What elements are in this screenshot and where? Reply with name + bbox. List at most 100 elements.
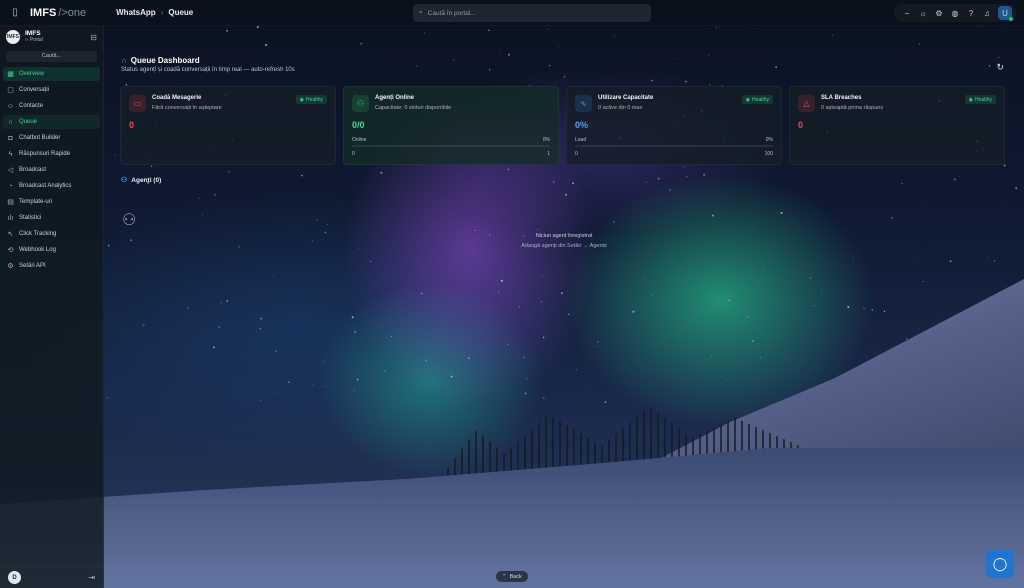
sidebar: IMFS IMFS ‹› Portal ⊟ Caută... ▦ Overview… <box>0 26 104 588</box>
progress-range: 0 100 <box>575 151 773 157</box>
range-max: 1 <box>547 151 550 157</box>
agents-empty-state: Niciun agent înregistrat Adaugă agenți d… <box>494 233 634 249</box>
sidebar-item-statistici[interactable]: ılı Statistici <box>3 211 100 225</box>
top-toolbar: − ☼ ⚙ ◍ ? ♫ U <box>894 4 1016 22</box>
help-icon[interactable]: ? <box>966 9 976 18</box>
check-circle-icon: ◉ <box>299 96 305 103</box>
card-title: Utilizare Capacitate <box>598 95 654 101</box>
range-max: 100 <box>764 151 773 157</box>
sidebar-item-setari-api[interactable]: ⚙ Setări API <box>3 259 100 273</box>
sidebar-item-conversatii[interactable]: ▢ Conversații <box>3 83 100 97</box>
sidebar-nav: ▦ Overview ▢ Conversații ☺ Contacte ∩ Queue … <box>0 67 103 273</box>
status-badge: ◉ Healthy <box>741 95 773 104</box>
sidebar-item-contacte[interactable]: ☺ Contacte <box>3 99 100 113</box>
user-avatar-initial: U <box>1002 8 1008 18</box>
card-queue: ▭ Coadă Mesagerie Fără conversații în aș… <box>120 86 336 165</box>
card-sla-breaches: △ SLA Breaches 0 așteaptă prima răspuns … <box>789 86 1005 165</box>
card-value: 0% <box>575 120 589 130</box>
chat-support-button[interactable]: ◯ <box>986 550 1014 578</box>
contacts-icon: ☺ <box>6 102 15 110</box>
progress-range: 0 1 <box>352 151 550 157</box>
sidebar-item-webhook-log[interactable]: ⟲ Webhook Log <box>3 243 100 257</box>
sidebar-search-input[interactable]: Caută... <box>6 51 97 62</box>
sidebar-item-chatbot-builder[interactable]: ◘ Chatbot Builder <box>3 131 100 145</box>
sidebar-item-template-uri[interactable]: ▤ Template-uri <box>3 195 100 209</box>
status-badge: ◉ Healthy <box>295 95 327 104</box>
agents-section-title: ⚇ Agenți (0) <box>121 176 162 185</box>
brand-logo: IMFS <box>6 30 20 44</box>
progress-labels: Load 0% <box>575 137 773 143</box>
card-title: Coadă Mesagerie <box>152 95 202 101</box>
search-placeholder: Caută în portal... <box>427 9 476 17</box>
progress-label: Load <box>575 137 587 143</box>
search-icon: ⌕ <box>419 9 423 16</box>
chat-bubble-icon: ◯ <box>992 556 1008 571</box>
page-subtitle: Status agenți și coadă conversații în ti… <box>121 67 295 73</box>
progress-bar <box>352 145 550 147</box>
sidebar-item-broadcast-analytics[interactable]: ◔ Broadcast Analytics <box>3 179 100 193</box>
card-value: 0 <box>798 120 804 130</box>
grid-icon: ▦ <box>7 71 14 78</box>
refresh-icon[interactable]: ↻ <box>996 62 1004 73</box>
bar-chart-icon: ılı <box>7 214 14 222</box>
status-badge: ◉ Healthy <box>964 95 996 104</box>
sidebar-item-raspunsuri-rapide[interactable]: ϟ Răspunsuri Rapide <box>3 147 100 161</box>
cursor-icon: ↖ <box>7 231 14 238</box>
bell-icon[interactable]: ♫ <box>982 9 992 18</box>
globe-icon[interactable]: ◍ <box>950 9 960 18</box>
stats-cards: ▭ Coadă Mesagerie Fără conversații în aș… <box>120 86 1008 165</box>
sidebar-user-avatar[interactable]: D <box>8 571 21 584</box>
breadcrumb-item-queue: Queue <box>168 8 194 17</box>
card-description: Capacitate: 0 sloturi disponibile <box>375 105 452 111</box>
users-empty-icon: ⚇ <box>122 212 137 229</box>
megaphone-icon: ◁ <box>7 167 14 174</box>
analytics-icon: ◔ <box>8 182 13 190</box>
progress-bar <box>575 145 773 147</box>
progress-percent: 0% <box>542 137 550 143</box>
card-title: SLA Breaches <box>821 95 862 101</box>
app-logo[interactable]: IMFS />one <box>30 7 86 19</box>
sidebar-item-overview[interactable]: ▦ Overview <box>3 67 100 81</box>
users-icon: ⚇ <box>121 177 128 184</box>
card-capacity: ∿ Utilizare Capacitate 0 active din 0 ma… <box>566 86 782 165</box>
card-agents-online: ⚇ Agenți Online Capacitate: 0 sloturi di… <box>343 86 559 165</box>
chevron-up-icon: ⌃ <box>502 573 507 580</box>
settings-icon: ⚙ <box>7 263 14 270</box>
warning-icon: △ <box>798 95 815 112</box>
range-min: 0 <box>575 151 578 157</box>
dashboard-header: ∩ Queue Dashboard Status agenți și coadă… <box>121 56 295 73</box>
sidebar-item-queue[interactable]: ∩ Queue <box>3 115 100 129</box>
headset-icon: ∩ <box>121 56 127 65</box>
card-description: 0 active din 0 max <box>598 105 643 111</box>
chat-icon: ▢ <box>7 87 14 94</box>
user-avatar[interactable]: U <box>998 6 1013 21</box>
sidebar-toggle-icon[interactable]: ▯ <box>8 6 22 20</box>
breadcrumb: WhatsApp › Queue <box>116 8 193 17</box>
minus-icon[interactable]: − <box>902 9 912 18</box>
card-value: 0/0 <box>352 120 365 130</box>
collapse-sidebar-icon[interactable]: ⊟ <box>90 33 97 42</box>
sidebar-item-broadcast[interactable]: ◁ Broadcast <box>3 163 100 177</box>
empty-state-title: Niciun agent înregistrat <box>535 233 593 239</box>
range-min: 0 <box>352 151 355 157</box>
page-title: ∩ Queue Dashboard <box>121 56 200 65</box>
main-content: ∩ Queue Dashboard Status agenți și coadă… <box>104 26 1024 588</box>
global-search-input[interactable]: ⌕ Caută în portal... <box>413 4 651 22</box>
progress-percent: 0% <box>765 137 773 143</box>
logo-suffix: />one <box>58 6 87 19</box>
sun-icon[interactable]: ☼ <box>918 9 928 18</box>
bolt-icon: ϟ <box>8 150 13 158</box>
users-icon: ⚇ <box>352 95 369 112</box>
back-button[interactable]: ⌃ Back <box>496 571 528 582</box>
check-circle-icon: ◉ <box>745 96 751 103</box>
card-value: 0 <box>129 120 135 130</box>
card-title: Agenți Online <box>375 95 414 101</box>
breadcrumb-item-whatsapp[interactable]: WhatsApp <box>116 8 156 17</box>
sidebar-item-click-tracking[interactable]: ↖ Click Tracking <box>3 227 100 241</box>
webhook-icon: ⟲ <box>7 247 14 254</box>
document-icon: ▤ <box>7 199 14 206</box>
gear-icon[interactable]: ⚙ <box>934 9 944 18</box>
activity-icon: ∿ <box>575 95 592 112</box>
headset-icon: ∩ <box>7 118 14 126</box>
logout-icon[interactable]: ⇥ <box>88 573 95 582</box>
